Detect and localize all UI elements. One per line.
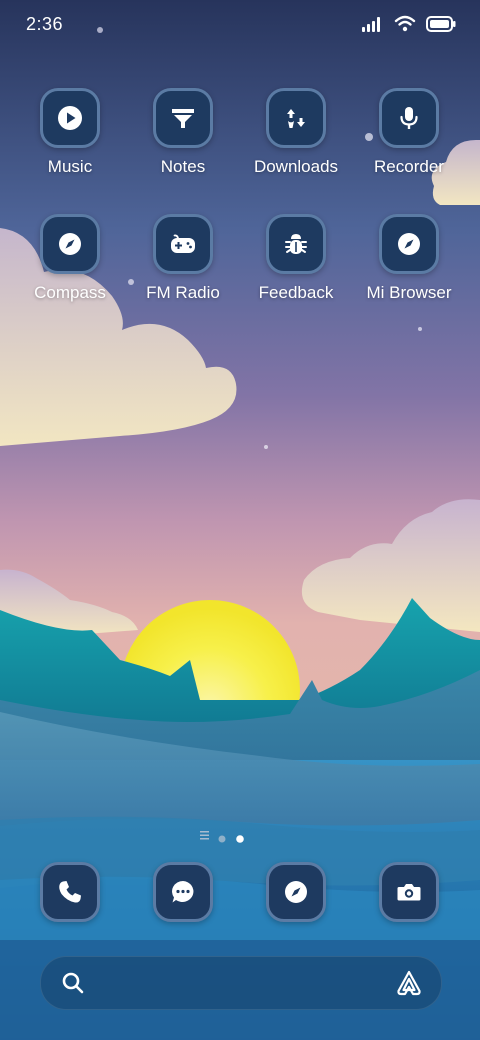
app-icon-tile — [266, 862, 326, 922]
app-label: Recorder — [374, 157, 444, 176]
app-label: FM Radio — [146, 283, 220, 302]
microphone-icon — [400, 107, 418, 129]
app-label: Feedback — [258, 283, 334, 302]
compass-icon — [285, 881, 307, 903]
app-icon-tile — [153, 214, 213, 274]
app-icon-tile — [153, 862, 213, 922]
dock-messages[interactable] — [127, 862, 239, 926]
app-icon-tile — [40, 214, 100, 274]
dock — [0, 862, 480, 926]
app-row: Compass FM Radio Feedback Mi Browser — [0, 214, 480, 340]
app-icon-tile — [153, 88, 213, 148]
app-grid: Music Notes Downloads Recorder Compass F… — [0, 88, 480, 340]
status-bar: 2:36 — [0, 0, 480, 52]
page-indicator[interactable] — [0, 828, 480, 844]
dock-camera[interactable] — [353, 862, 465, 926]
search-input[interactable] — [97, 967, 381, 1001]
app-icon-tile — [379, 862, 439, 922]
app-row: Music Notes Downloads Recorder — [0, 88, 480, 214]
app-label: Music — [47, 157, 93, 176]
bug-icon — [285, 234, 307, 254]
app-feedback[interactable]: Feedback — [240, 214, 352, 334]
app-icon-tile — [379, 88, 439, 148]
status-time: 2:36 — [26, 14, 64, 34]
dock-phone[interactable] — [14, 862, 126, 926]
app-icon-tile — [266, 88, 326, 148]
page-list-icon — [200, 828, 210, 846]
app-icon-tile — [40, 862, 100, 922]
search-bar[interactable] — [40, 956, 442, 1010]
app-fm-radio[interactable]: FM Radio — [127, 214, 239, 334]
app-label: Downloads — [253, 157, 339, 176]
signal-icon — [362, 16, 384, 37]
app-icon-tile — [40, 88, 100, 148]
app-icon-tile — [379, 214, 439, 274]
app-downloads[interactable]: Downloads — [240, 88, 352, 208]
battery-icon — [426, 15, 456, 37]
page-dot-active — [236, 830, 244, 848]
chat-icon — [172, 881, 194, 903]
app-compass[interactable]: Compass — [14, 214, 126, 334]
play-icon — [58, 106, 82, 130]
status-icons — [362, 15, 456, 37]
app-label: Compass — [34, 283, 106, 302]
downloads-icon — [287, 109, 305, 128]
app-mi-browser[interactable]: Mi Browser — [353, 214, 465, 334]
app-notes[interactable]: Notes — [127, 88, 239, 208]
camera-icon — [397, 884, 421, 901]
search-icon — [61, 971, 85, 1000]
app-recorder[interactable]: Recorder — [353, 88, 465, 208]
phone-icon — [59, 881, 81, 903]
assistant-icon[interactable] — [395, 969, 423, 1002]
dock-browser[interactable] — [240, 862, 352, 926]
app-icon-tile — [266, 214, 326, 274]
page-dot — [218, 830, 226, 848]
app-music[interactable]: Music — [14, 88, 126, 208]
gamepad-icon — [171, 234, 195, 253]
notes-icon — [172, 109, 194, 128]
compass-icon — [398, 233, 420, 255]
app-label: Mi Browser — [366, 283, 452, 302]
app-label: Notes — [160, 157, 206, 176]
compass-icon — [59, 233, 81, 255]
wifi-icon — [394, 15, 416, 37]
